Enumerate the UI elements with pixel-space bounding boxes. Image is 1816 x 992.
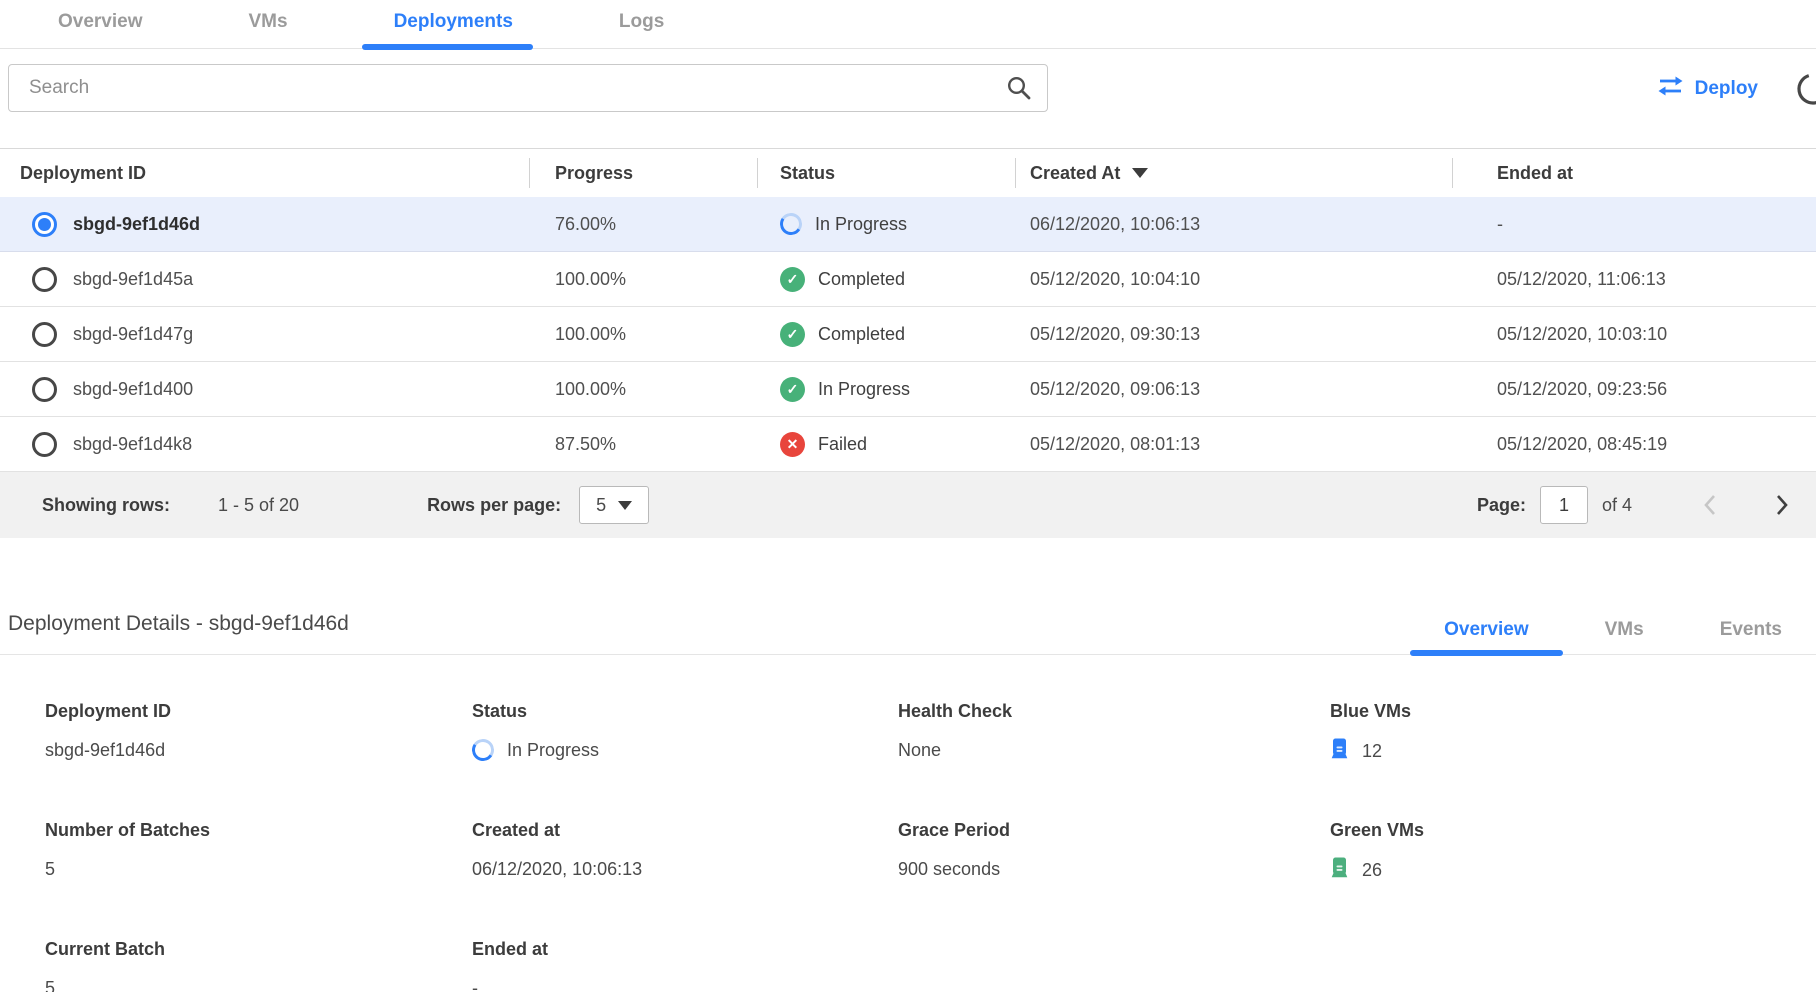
sort-desc-icon bbox=[1132, 168, 1148, 178]
table-header-row: Deployment ID Progress Status Created At… bbox=[0, 149, 1816, 197]
table-row[interactable]: sbgd-9ef1d46d 76.00% In Progress 06/12/2… bbox=[0, 197, 1816, 252]
ended-at-value: 05/12/2020, 09:23:56 bbox=[1452, 379, 1816, 400]
tab-vms[interactable]: VMs bbox=[235, 11, 302, 48]
swap-arrows-icon bbox=[1657, 76, 1684, 102]
row-radio[interactable] bbox=[32, 267, 57, 292]
search-field-wrap bbox=[8, 64, 1048, 112]
progress-value: 100.00% bbox=[529, 269, 757, 290]
showing-rows-label: Showing rows: bbox=[42, 495, 170, 516]
created-at-value: 05/12/2020, 09:30:13 bbox=[1015, 324, 1452, 345]
column-header-ended-at[interactable]: Ended at bbox=[1452, 149, 1816, 197]
in-progress-spinner-icon bbox=[778, 211, 804, 237]
detail-field-number-of-batches: Number of Batches 5 bbox=[45, 820, 472, 883]
status-label: In Progress bbox=[815, 214, 907, 235]
showing-rows-value: 1 - 5 of 20 bbox=[218, 495, 299, 516]
created-at-value: 05/12/2020, 08:01:13 bbox=[1015, 434, 1452, 455]
progress-value: 100.00% bbox=[529, 324, 757, 345]
row-radio[interactable] bbox=[32, 377, 57, 402]
page-total: of 4 bbox=[1602, 495, 1632, 516]
details-title: Deployment Details - sbgd-9ef1d46d bbox=[8, 612, 349, 635]
page-label: Page: bbox=[1477, 495, 1526, 516]
table-row[interactable]: sbgd-9ef1d47g 100.00% ✓ Completed 05/12/… bbox=[0, 307, 1816, 362]
tab-logs[interactable]: Logs bbox=[605, 11, 678, 48]
details-tab-events[interactable]: Events bbox=[1686, 619, 1816, 655]
previous-page-button[interactable] bbox=[1702, 493, 1717, 517]
details-tab-vms[interactable]: VMs bbox=[1571, 619, 1678, 655]
progress-value: 100.00% bbox=[529, 379, 757, 400]
detail-field-deployment-id: Deployment ID sbgd-9ef1d46d bbox=[45, 701, 472, 764]
search-input[interactable] bbox=[8, 64, 1048, 112]
tab-deployments[interactable]: Deployments bbox=[380, 11, 527, 48]
table-footer: Showing rows: 1 - 5 of 20 Rows per page:… bbox=[0, 472, 1816, 538]
check-circle-icon: ✓ bbox=[780, 267, 805, 292]
error-circle-icon: ✕ bbox=[780, 432, 805, 457]
status-label: In Progress bbox=[818, 379, 910, 400]
detail-field-grace-period: Grace Period 900 seconds bbox=[898, 820, 1330, 883]
rows-per-page-select[interactable]: 5 bbox=[579, 486, 649, 524]
detail-field-blue-vms: Blue VMs 12 bbox=[1330, 701, 1816, 764]
details-grid: Deployment ID sbgd-9ef1d46d Status In Pr… bbox=[0, 655, 1816, 992]
row-radio[interactable] bbox=[32, 322, 57, 347]
ended-at-value: 05/12/2020, 11:06:13 bbox=[1452, 269, 1816, 290]
table-row[interactable]: sbgd-9ef1d400 100.00% ✓ In Progress 05/1… bbox=[0, 362, 1816, 417]
status-label: Completed bbox=[818, 324, 905, 345]
created-at-value: 06/12/2020, 10:06:13 bbox=[1015, 214, 1452, 235]
deployments-table: Deployment ID Progress Status Created At… bbox=[0, 148, 1816, 538]
detail-field-ended-at: Ended at - bbox=[472, 939, 898, 992]
column-header-deployment-id[interactable]: Deployment ID bbox=[0, 149, 529, 197]
in-progress-spinner-icon bbox=[470, 737, 496, 763]
ended-at-value: 05/12/2020, 10:03:10 bbox=[1452, 324, 1816, 345]
deployment-id: sbgd-9ef1d46d bbox=[73, 214, 200, 235]
detail-field-status: Status In Progress bbox=[472, 701, 898, 764]
toolbar: Deploy bbox=[0, 64, 1816, 112]
deploy-button-label: Deploy bbox=[1695, 78, 1758, 100]
detail-field-health-check: Health Check None bbox=[898, 701, 1330, 764]
column-header-created-at[interactable]: Created At bbox=[1015, 149, 1452, 197]
check-circle-icon: ✓ bbox=[780, 377, 805, 402]
deployment-id: sbgd-9ef1d4k8 bbox=[73, 434, 192, 455]
details-tab-overview[interactable]: Overview bbox=[1410, 619, 1563, 655]
detail-field-created-at: Created at 06/12/2020, 10:06:13 bbox=[472, 820, 898, 883]
pagination: Page: of 4 bbox=[1477, 486, 1790, 524]
detail-field-current-batch: Current Batch 5 bbox=[45, 939, 472, 992]
next-page-button[interactable] bbox=[1775, 493, 1790, 517]
search-icon bbox=[1006, 75, 1032, 106]
check-circle-icon: ✓ bbox=[780, 322, 805, 347]
deployment-id: sbgd-9ef1d45a bbox=[73, 269, 193, 290]
page-number-input[interactable] bbox=[1540, 486, 1588, 524]
deployment-id: sbgd-9ef1d400 bbox=[73, 379, 193, 400]
row-radio[interactable] bbox=[32, 432, 57, 457]
table-row[interactable]: sbgd-9ef1d4k8 87.50% ✕ Failed 05/12/2020… bbox=[0, 417, 1816, 472]
created-at-value: 05/12/2020, 09:06:13 bbox=[1015, 379, 1452, 400]
tab-overview[interactable]: Overview bbox=[44, 11, 157, 48]
deployment-id: sbgd-9ef1d47g bbox=[73, 324, 193, 345]
green-vm-server-icon bbox=[1330, 857, 1349, 883]
deployment-details: Deployment Details - sbgd-9ef1d46d Overv… bbox=[0, 600, 1816, 992]
detail-field-green-vms: Green VMs 26 bbox=[1330, 820, 1816, 883]
details-tab-bar: Overview VMs Events bbox=[1410, 619, 1816, 655]
row-radio-selected[interactable] bbox=[32, 212, 57, 237]
rows-per-page-label: Rows per page: bbox=[427, 495, 561, 516]
ended-at-value: 05/12/2020, 08:45:19 bbox=[1452, 434, 1816, 455]
chevron-down-icon bbox=[618, 501, 632, 510]
progress-value: 87.50% bbox=[529, 434, 757, 455]
progress-value: 76.00% bbox=[529, 214, 757, 235]
column-header-status[interactable]: Status bbox=[757, 149, 1015, 197]
deploy-button[interactable]: Deploy bbox=[1657, 76, 1758, 102]
status-label: Failed bbox=[818, 434, 867, 455]
details-header: Deployment Details - sbgd-9ef1d46d Overv… bbox=[0, 600, 1816, 655]
refresh-icon[interactable] bbox=[1795, 71, 1816, 112]
status-label: Completed bbox=[818, 269, 905, 290]
top-tab-bar: Overview VMs Deployments Logs bbox=[0, 0, 1816, 49]
column-header-progress[interactable]: Progress bbox=[529, 149, 757, 197]
table-row[interactable]: sbgd-9ef1d45a 100.00% ✓ Completed 05/12/… bbox=[0, 252, 1816, 307]
created-at-value: 05/12/2020, 10:04:10 bbox=[1015, 269, 1452, 290]
blue-vm-server-icon bbox=[1330, 738, 1349, 764]
ended-at-value: - bbox=[1452, 214, 1816, 235]
